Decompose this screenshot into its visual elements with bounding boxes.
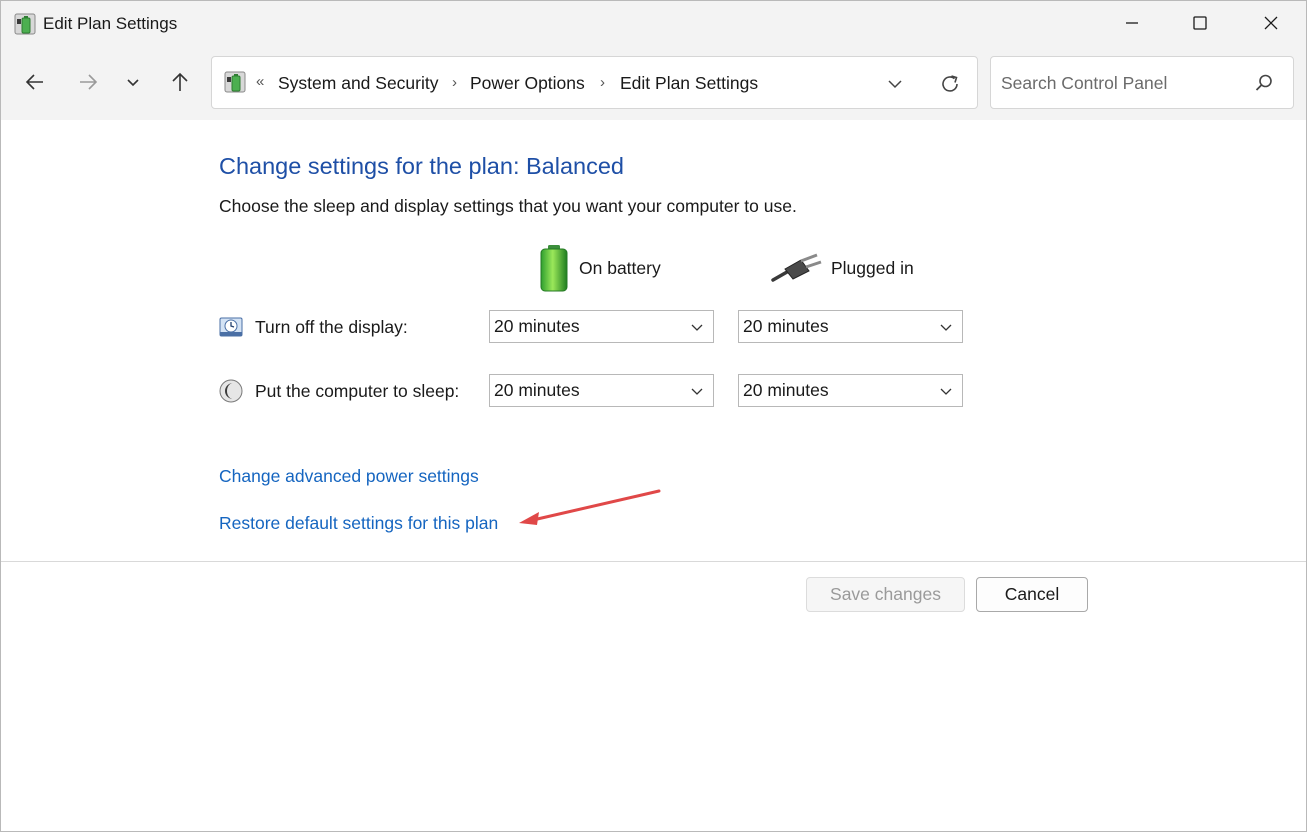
change-advanced-power-settings-link[interactable]: Change advanced power settings: [219, 466, 479, 487]
back-button[interactable]: [20, 67, 50, 97]
display-plugged-in-select[interactable]: 20 minutes: [738, 310, 963, 343]
footer-divider: [1, 561, 1306, 562]
minimize-button[interactable]: [1098, 1, 1166, 45]
chevron-down-icon: [691, 388, 703, 395]
navigation-bar: « System and Security › Power Options › …: [1, 45, 1306, 120]
search-input[interactable]: [1001, 71, 1251, 95]
search-icon[interactable]: [1253, 72, 1275, 94]
power-options-icon: [14, 13, 36, 35]
breadcrumb-separator[interactable]: ›: [452, 74, 457, 91]
breadcrumb-edit-plan-settings[interactable]: Edit Plan Settings: [620, 73, 758, 94]
close-icon: [1264, 16, 1278, 30]
refresh-icon: [942, 75, 958, 92]
back-arrow-icon: [25, 74, 43, 90]
recent-locations-button[interactable]: [118, 67, 148, 97]
chevron-down-icon: [888, 80, 902, 89]
chevron-down-icon: [127, 79, 139, 87]
refresh-button[interactable]: [936, 70, 964, 98]
annotation-arrow-icon: [519, 489, 661, 525]
turn-off-display-label: Turn off the display:: [255, 316, 408, 337]
sleep-moon-icon: [219, 379, 243, 403]
breadcrumb-overflow[interactable]: «: [256, 73, 264, 90]
column-header-on-battery: On battery: [537, 244, 661, 292]
display-clock-icon: [219, 317, 243, 337]
forward-button[interactable]: [73, 67, 103, 97]
up-arrow-icon: [172, 72, 188, 91]
address-bar[interactable]: « System and Security › Power Options › …: [211, 56, 978, 109]
page-heading: Change settings for the plan: Balanced: [219, 153, 624, 179]
title-bar: Edit Plan Settings: [1, 1, 1306, 45]
maximize-icon: [1193, 16, 1207, 30]
chevron-down-icon: [940, 324, 952, 331]
battery-icon: [540, 245, 568, 292]
up-button[interactable]: [165, 67, 195, 97]
forward-arrow-icon: [80, 74, 98, 90]
breadcrumb-system-and-security[interactable]: System and Security: [278, 73, 438, 94]
power-plug-icon: [771, 253, 822, 282]
minimize-icon: [1126, 22, 1138, 24]
main-content: Change settings for the plan: Balanced C…: [1, 120, 1306, 831]
page-description: Choose the sleep and display settings th…: [219, 196, 797, 216]
sleep-plugged-in-select[interactable]: 20 minutes: [738, 374, 963, 407]
edit-plan-settings-window: Edit Plan Settings « System and Security…: [0, 0, 1307, 832]
cancel-button[interactable]: Cancel: [976, 577, 1088, 612]
search-box[interactable]: [990, 56, 1294, 109]
save-changes-button[interactable]: Save changes: [806, 577, 965, 612]
plugged-in-label: Plugged in: [831, 257, 914, 278]
breadcrumb-separator[interactable]: ›: [600, 74, 605, 91]
selected-value: 20 minutes: [743, 380, 829, 400]
display-on-battery-select[interactable]: 20 minutes: [489, 310, 714, 343]
sleep-label: Put the computer to sleep:: [255, 380, 460, 401]
window-title: Edit Plan Settings: [43, 14, 178, 33]
address-history-dropdown[interactable]: [882, 71, 908, 97]
restore-default-settings-link[interactable]: Restore default settings for this plan: [219, 513, 498, 534]
turn-off-display-row: Turn off the display:: [219, 311, 408, 343]
selected-value: 20 minutes: [743, 316, 829, 336]
chevron-down-icon: [940, 388, 952, 395]
on-battery-label: On battery: [579, 257, 661, 278]
maximize-button[interactable]: [1166, 1, 1234, 45]
sleep-on-battery-select[interactable]: 20 minutes: [489, 374, 714, 407]
close-button[interactable]: [1237, 1, 1305, 45]
breadcrumb-power-options[interactable]: Power Options: [470, 73, 585, 94]
sleep-row: Put the computer to sleep:: [219, 375, 459, 407]
selected-value: 20 minutes: [494, 316, 580, 336]
column-header-plugged-in: Plugged in: [771, 244, 914, 292]
selected-value: 20 minutes: [494, 380, 580, 400]
power-options-icon: [224, 71, 246, 93]
chevron-down-icon: [691, 324, 703, 331]
